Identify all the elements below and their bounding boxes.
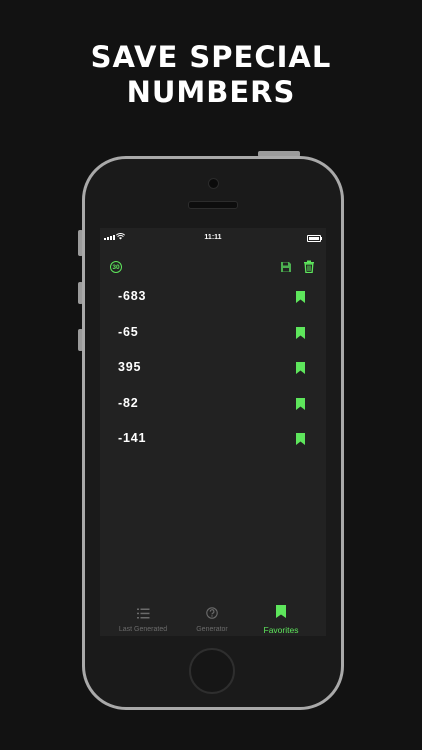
tab-label: Favorites <box>263 625 299 635</box>
marketing-headline: SAVE SPECIAL NUMBERS <box>0 40 422 110</box>
tab-generator[interactable]: Generator <box>188 600 236 636</box>
app-screen: 11:11 30 -683 -65 395 -82 -141 Last Gene… <box>100 228 326 636</box>
front-camera <box>208 178 219 189</box>
favorite-value: -82 <box>118 396 139 410</box>
battery-icon <box>307 235 321 242</box>
bookmark-icon[interactable] <box>296 433 305 445</box>
home-button <box>189 648 235 694</box>
tab-bar: Last Generated Generator Favorites <box>100 600 326 636</box>
favorite-value: -141 <box>118 431 147 445</box>
headline-line-2: NUMBERS <box>126 75 296 109</box>
favorite-value: -683 <box>118 289 147 303</box>
favorite-row[interactable]: 395 <box>100 354 326 384</box>
trash-icon[interactable] <box>303 260 315 273</box>
status-time: 11:11 <box>204 234 222 241</box>
tab-favorites[interactable]: Favorites <box>256 600 306 636</box>
favorite-value: 395 <box>118 360 142 374</box>
favorite-row[interactable]: -82 <box>100 390 326 420</box>
counter-30-icon[interactable]: 30 <box>110 261 122 273</box>
tab-label: Last Generated <box>118 626 168 633</box>
status-bar: 11:11 <box>100 228 326 248</box>
headline-line-1: SAVE SPECIAL <box>90 40 332 74</box>
favorite-row[interactable]: -683 <box>100 283 326 313</box>
favorite-row[interactable]: -65 <box>100 319 326 349</box>
list-icon <box>136 608 149 619</box>
bookmark-icon[interactable] <box>296 327 305 339</box>
battery-tip <box>321 237 322 240</box>
earpiece-speaker <box>188 201 238 209</box>
bookmark-icon[interactable] <box>296 398 305 410</box>
tab-last-generated[interactable]: Last Generated <box>112 600 174 636</box>
favorite-row[interactable]: -141 <box>100 425 326 455</box>
counter-value: 30 <box>112 263 120 271</box>
floppy-disk-icon[interactable] <box>280 261 292 273</box>
bookmark-icon[interactable] <box>296 362 305 374</box>
bookmark-icon <box>276 605 286 618</box>
question-circle-icon <box>206 607 218 619</box>
bookmark-icon[interactable] <box>296 291 305 303</box>
favorite-value: -65 <box>118 325 139 339</box>
tab-label: Generator <box>196 626 228 633</box>
